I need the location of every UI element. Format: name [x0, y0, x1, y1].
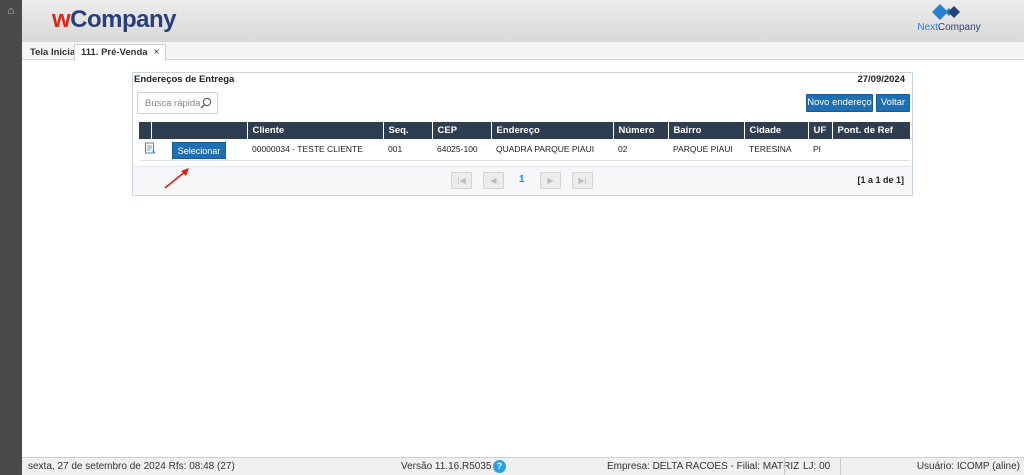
current-page-number[interactable]: 1 — [519, 174, 525, 185]
status-company: Empresa: DELTA RACOES - Filial: MATRIZ — [607, 461, 800, 472]
tab-label: Tela Inicial — [30, 47, 78, 58]
col-header-action — [151, 122, 248, 139]
col-header-pont-ref[interactable]: Pont. de Ref — [832, 122, 911, 139]
row-action-cell: Selecionar — [151, 139, 247, 161]
addresses-table: Cliente Seq. CEP Endereço Número Bairro … — [139, 122, 911, 161]
first-page-icon[interactable]: |◀ — [451, 172, 472, 189]
cell-numero: 02 — [613, 139, 668, 161]
cell-uf: PI — [808, 139, 832, 161]
status-date: sexta, 27 de setembro de 2024 Rfs: 08:48… — [28, 461, 235, 472]
annotation-arrow-icon — [164, 168, 189, 189]
nextcompany-logo-mark — [932, 4, 960, 20]
tab-pre-venda[interactable]: 111. Pré-Venda × — [74, 44, 167, 61]
pagination-info: [1 a 1 de 1] — [857, 175, 904, 185]
cell-cep: 64025-100 — [432, 139, 491, 161]
document-icon[interactable] — [144, 142, 156, 154]
col-header-numero[interactable]: Número — [613, 122, 669, 139]
cell-cidade: TERESINA — [744, 139, 808, 161]
status-version: Versão 11.16.R5035 — [401, 461, 492, 472]
cell-pont-ref — [832, 139, 910, 161]
col-header-uf[interactable]: UF — [808, 122, 833, 139]
cell-endereco: QUADRA PARQUE PIAUI — [491, 139, 613, 161]
panel-title: Endereços de Entrega — [134, 74, 235, 85]
nextcompany-logo-text: NextCompany — [917, 22, 981, 33]
quick-search — [137, 92, 218, 114]
prev-page-icon[interactable]: ◀ — [483, 172, 504, 189]
status-divider — [840, 458, 841, 475]
cell-cliente: 00000034 - TESTE CLIENTE — [247, 139, 383, 161]
panel-date: 27/09/2024 — [857, 74, 905, 85]
status-bar: sexta, 27 de setembro de 2024 Rfs: 08:48… — [22, 457, 1024, 475]
cell-seq: 001 — [383, 139, 432, 161]
col-header-bairro[interactable]: Bairro — [668, 122, 745, 139]
search-icon[interactable] — [200, 97, 212, 109]
col-header-icon — [139, 122, 152, 139]
col-header-seq[interactable]: Seq. — [383, 122, 433, 139]
tab-label: 111. Pré-Venda — [81, 47, 148, 58]
status-lj: LJ: 00 — [803, 461, 831, 472]
table-row[interactable]: Selecionar 00000034 - TESTE CLIENTE 001 … — [139, 139, 910, 161]
home-icon[interactable]: ⌂ — [4, 4, 18, 18]
last-page-icon[interactable]: ▶| — [572, 172, 593, 189]
status-divider — [784, 458, 785, 475]
select-button[interactable]: Selecionar — [171, 142, 227, 159]
row-icon-cell — [139, 139, 156, 161]
status-user: Usuário: ICOMP (aline) — [916, 461, 1020, 472]
col-header-endereco[interactable]: Endereço — [491, 122, 614, 139]
help-icon[interactable]: ? — [493, 460, 506, 473]
table-header-row: Cliente Seq. CEP Endereço Número Bairro … — [139, 122, 911, 139]
delivery-addresses-panel: Endereços de Entrega 27/09/2024 Novo end… — [132, 72, 913, 196]
col-header-cliente[interactable]: Cliente — [247, 122, 384, 139]
wcompany-logo: wCompany — [52, 6, 177, 33]
col-header-cidade[interactable]: Cidade — [744, 122, 809, 139]
cell-bairro: PARQUE PIAUI — [668, 139, 744, 161]
search-input[interactable] — [138, 93, 200, 113]
left-sidebar: ⌂ — [0, 0, 22, 475]
next-page-icon[interactable]: ▶ — [540, 172, 561, 189]
tab-bar: Tela Inicial 111. Pré-Venda × — [22, 42, 1024, 61]
pagination-bar: |◀ ◀ 1 ▶ ▶| [1 a 1 de 1] — [133, 166, 912, 194]
nextcompany-logo: NextCompany — [914, 3, 984, 37]
new-address-button[interactable]: Novo endereço — [806, 94, 873, 112]
app-header: wCompany NextCompany — [22, 0, 1024, 42]
close-icon[interactable]: × — [154, 47, 160, 58]
col-header-cep[interactable]: CEP — [432, 122, 492, 139]
back-button[interactable]: Voltar — [876, 94, 910, 112]
